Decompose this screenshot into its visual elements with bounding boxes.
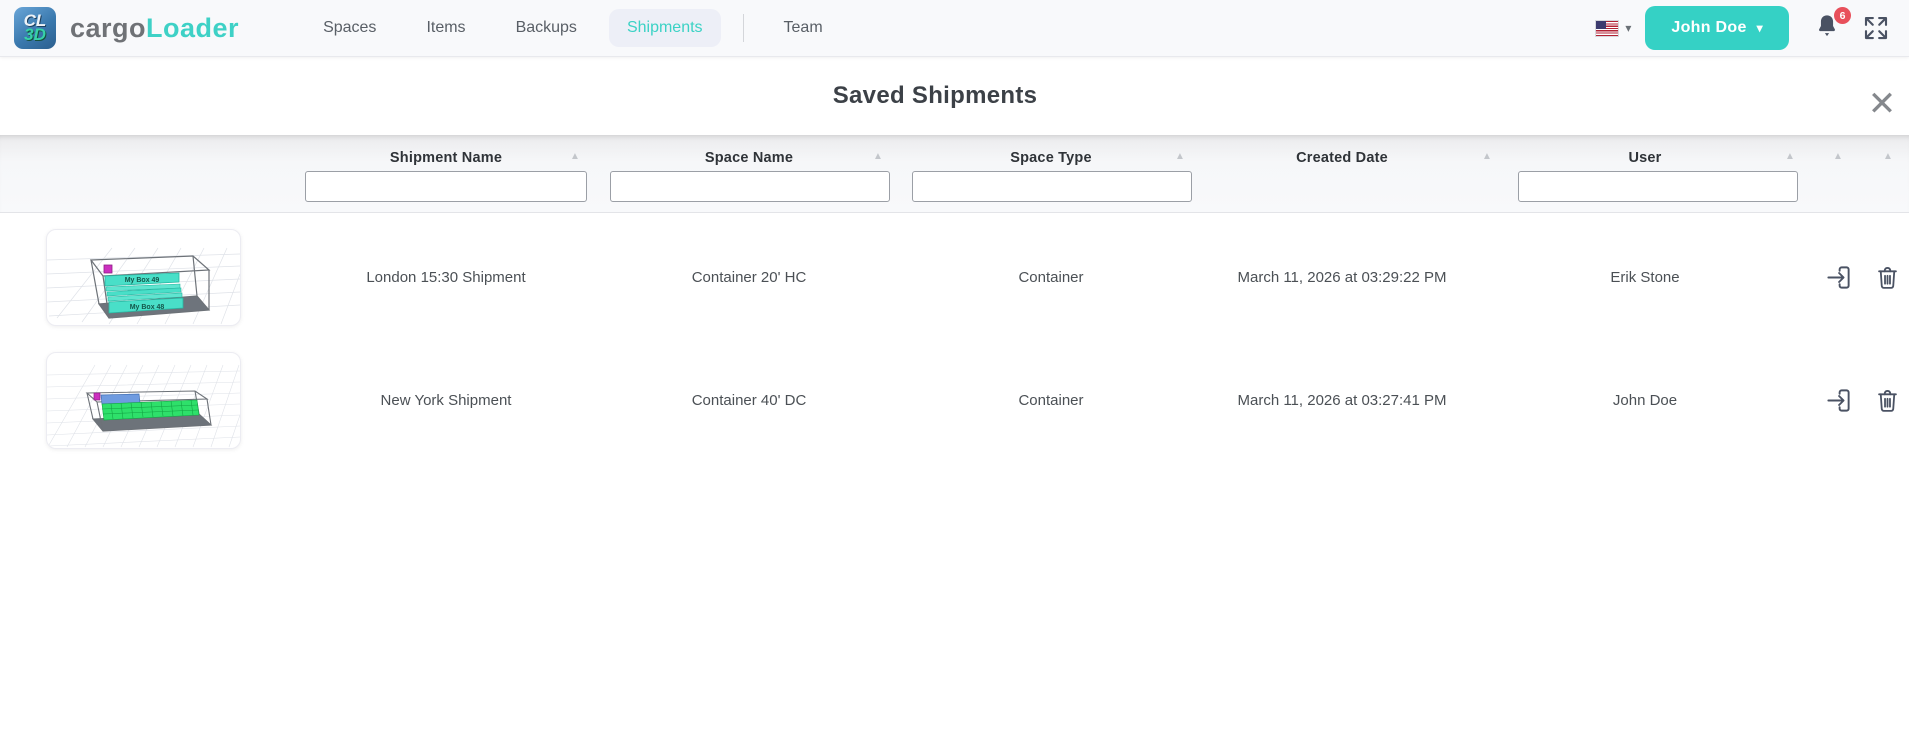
- open-in-icon: [1825, 387, 1852, 414]
- filter-input-user[interactable]: [1518, 171, 1798, 202]
- open-shipment-button[interactable]: [1820, 352, 1856, 449]
- cell-shipment-name: New York Shipment: [296, 352, 596, 449]
- nav-item-team[interactable]: Team: [766, 9, 841, 47]
- cell-user: John Doe: [1495, 352, 1795, 449]
- column-header-shipment-name[interactable]: Shipment Name: [296, 150, 596, 166]
- shipment-thumbnail[interactable]: [46, 352, 241, 449]
- user-menu-label: John Doe: [1671, 19, 1746, 37]
- column-header-space-type[interactable]: Space Type: [901, 150, 1201, 166]
- shipment-thumbnail[interactable]: My Box 49 My Box 48: [46, 229, 241, 326]
- user-menu-button[interactable]: John Doe ▾: [1645, 6, 1789, 50]
- cell-created-date: March 11, 2026 at 03:29:22 PM: [1192, 229, 1492, 326]
- nav-item-items[interactable]: Items: [408, 9, 483, 47]
- trash-icon: [1874, 387, 1901, 414]
- close-modal-button[interactable]: ✕: [1862, 84, 1902, 124]
- cell-space-name: Container 20' HC: [599, 229, 899, 326]
- column-header-space-name[interactable]: Space Name: [599, 150, 899, 166]
- brand-teal-part: Loader: [146, 13, 239, 43]
- us-flag-icon: [1596, 21, 1618, 36]
- thumb-box-label-top: My Box 49: [125, 277, 160, 284]
- logo-badge-line2: 3D: [24, 28, 46, 42]
- fullscreen-button[interactable]: [1857, 9, 1895, 47]
- table-row: New York Shipment Container 40' DC Conta…: [0, 352, 1909, 449]
- cell-space-name: Container 40' DC: [599, 352, 899, 449]
- column-header-created-date[interactable]: Created Date: [1192, 150, 1492, 166]
- sort-asc-icon[interactable]: ▲: [1480, 151, 1494, 162]
- container-3d-preview: My Box 49 My Box 48: [47, 230, 240, 325]
- sort-asc-icon[interactable]: ▲: [871, 151, 885, 162]
- sort-asc-icon[interactable]: ▲: [1783, 151, 1797, 162]
- cell-space-type: Container: [901, 352, 1201, 449]
- cell-space-type: Container: [901, 229, 1201, 326]
- expand-icon: [1861, 13, 1891, 43]
- navbar-right-cluster: ▾ John Doe ▾ 6: [1596, 6, 1895, 50]
- top-navbar: CL 3D cargoLoader Spaces Items Backups S…: [0, 0, 1909, 57]
- sort-asc-icon[interactable]: ▲: [1881, 151, 1895, 162]
- modal-header: Saved Shipments: [0, 57, 1870, 135]
- app-window: CL 3D cargoLoader Spaces Items Backups S…: [0, 0, 1909, 733]
- sort-asc-icon[interactable]: ▲: [1173, 151, 1187, 162]
- sort-asc-icon[interactable]: ▲: [568, 151, 582, 162]
- chevron-down-icon: ▾: [1757, 21, 1763, 35]
- open-shipment-button[interactable]: [1820, 229, 1856, 326]
- open-in-icon: [1825, 264, 1852, 291]
- container-3d-preview: [47, 353, 240, 448]
- language-selector[interactable]: ▾: [1596, 21, 1631, 36]
- cell-user: Erik Stone: [1495, 229, 1795, 326]
- delete-shipment-button[interactable]: [1869, 229, 1905, 326]
- sort-asc-icon[interactable]: ▲: [1831, 151, 1845, 162]
- trash-icon: [1874, 264, 1901, 291]
- cell-shipment-name: London 15:30 Shipment: [296, 229, 596, 326]
- nav-divider: [743, 14, 744, 42]
- app-logo-icon[interactable]: CL 3D: [14, 7, 56, 49]
- brand-gray-part: cargo: [70, 13, 146, 43]
- filter-input-space-name[interactable]: [610, 171, 890, 202]
- nav-item-backups[interactable]: Backups: [498, 9, 595, 47]
- filter-input-shipment-name[interactable]: [305, 171, 587, 202]
- nav-item-spaces[interactable]: Spaces: [305, 9, 394, 47]
- brand-wordmark: cargoLoader: [70, 13, 239, 44]
- delete-shipment-button[interactable]: [1869, 352, 1905, 449]
- filter-input-space-type[interactable]: [912, 171, 1192, 202]
- chevron-down-icon: ▾: [1625, 21, 1631, 35]
- main-nav: Spaces Items Backups Shipments Team: [305, 9, 841, 47]
- page-title: Saved Shipments: [833, 82, 1038, 110]
- notification-count-badge: 6: [1834, 7, 1851, 24]
- thumb-box-label-bottom: My Box 48: [130, 304, 165, 311]
- table-row: My Box 49 My Box 48 London 15:30 Shipmen…: [0, 229, 1909, 326]
- column-header-user[interactable]: User: [1495, 150, 1795, 166]
- notifications-button[interactable]: 6: [1813, 11, 1843, 45]
- nav-item-shipments[interactable]: Shipments: [609, 9, 721, 47]
- cell-created-date: March 11, 2026 at 03:27:41 PM: [1192, 352, 1492, 449]
